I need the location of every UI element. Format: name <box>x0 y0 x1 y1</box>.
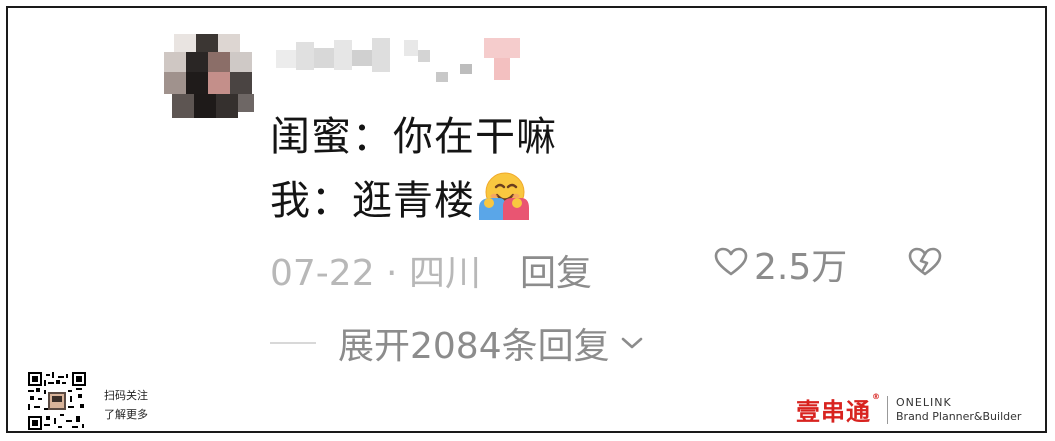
avatar[interactable] <box>164 34 256 120</box>
comment-date-location: 07-22 · 四川 <box>270 253 481 294</box>
brand-tagline: ONELINK Brand Planner&Builder <box>896 396 1021 424</box>
username-blurred[interactable] <box>276 36 526 88</box>
expand-replies-button[interactable]: 展开2084条回复 <box>270 318 644 368</box>
qr-code[interactable] <box>28 372 86 430</box>
brand-name-english: ONELINK <box>896 395 952 409</box>
like-count: 2.5万 <box>754 247 848 288</box>
comment-text-line2: 我：逛青楼 <box>270 168 529 232</box>
brand-subtitle: Brand Planner&Builder <box>896 409 1022 423</box>
broken-heart-icon[interactable] <box>908 246 942 282</box>
brand-watermark: 壹串通® ONELINK Brand Planner&Builder <box>796 392 1021 427</box>
screenshot-frame: 闺蜜：你在干嘛 我：逛青楼 07-22 · 四川 回复 2.5万 展开2084条… <box>6 6 1047 433</box>
reply-button[interactable]: 回复 <box>520 244 592 296</box>
brand-logo-text: 壹串通 <box>796 398 871 426</box>
brand-logo: 壹串通® <box>796 392 881 427</box>
qr-caption-line1: 扫码关注 <box>104 389 148 402</box>
qr-caption-line2: 了解更多 <box>104 408 148 421</box>
brand-divider <box>887 395 888 424</box>
like-button[interactable]: 2.5万 <box>714 240 847 288</box>
hugging-face-emoji-icon <box>477 170 529 232</box>
expand-replies-label: 展开2084条回复 <box>338 326 610 367</box>
comment-meta-row: 07-22 · 四川 回复 2.5万 <box>270 240 970 294</box>
registered-mark-icon: ® <box>872 392 881 401</box>
comment-text-line2-text: 我：逛青楼 <box>270 178 475 224</box>
expand-divider-line <box>270 342 316 344</box>
comment-text-line1: 闺蜜：你在干嘛 <box>270 114 557 160</box>
chevron-down-icon <box>620 335 644 351</box>
heart-icon <box>714 247 748 281</box>
